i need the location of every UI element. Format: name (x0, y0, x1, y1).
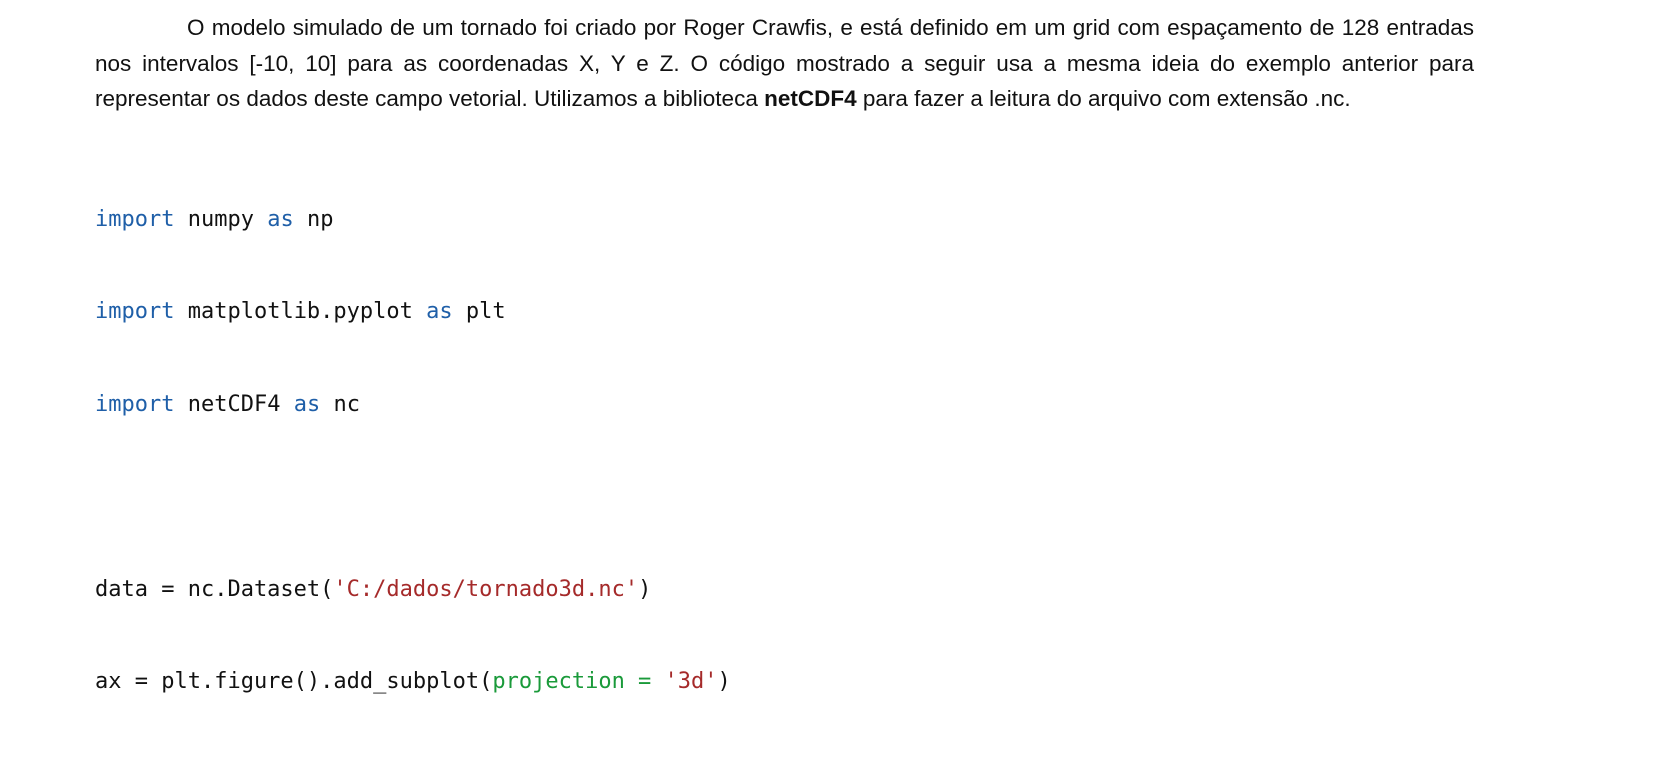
code-text: netCDF4 (174, 392, 293, 417)
code-text: ax = plt.figure().add_subplot( (95, 669, 492, 694)
keyword-as: as (267, 207, 294, 232)
code-text: nc (320, 392, 360, 417)
string-literal: 'C:/dados/tornado3d.nc' (333, 577, 638, 602)
library-name-bold: netCDF4 (764, 86, 857, 111)
code-text: numpy (174, 207, 267, 232)
code-line-blank (95, 482, 1474, 513)
code-line-import-numpy: import numpy as np (95, 205, 1474, 236)
code-line-subplot: ax = plt.figure().add_subplot(projection… (95, 667, 1474, 698)
string-literal: '3d' (665, 669, 718, 694)
intro-paragraph: O modelo simulado de um tornado foi cria… (95, 10, 1474, 117)
code-text: np (294, 207, 334, 232)
code-line-dataset: data = nc.Dataset('C:/dados/tornado3d.nc… (95, 575, 1474, 606)
code-line-import-netcdf4: import netCDF4 as nc (95, 390, 1474, 421)
keyword-import: import (95, 392, 174, 417)
code-block: import numpy as np import matplotlib.pyp… (95, 144, 1474, 759)
code-line-import-matplotlib: import matplotlib.pyplot as plt (95, 297, 1474, 328)
keyword-as: as (294, 392, 321, 417)
keyword-import: import (95, 207, 174, 232)
document-page: O modelo simulado de um tornado foi cria… (95, 10, 1474, 759)
code-text: ) (638, 577, 651, 602)
keyword-import: import (95, 299, 174, 324)
code-text: plt (453, 299, 506, 324)
paragraph-text-after: para fazer a leitura do arquivo com exte… (857, 86, 1351, 111)
keyword-argument: projection = (492, 669, 664, 694)
keyword-as: as (426, 299, 453, 324)
code-text: ) (718, 669, 731, 694)
code-text: matplotlib.pyplot (174, 299, 426, 324)
code-text: data = nc.Dataset( (95, 577, 333, 602)
